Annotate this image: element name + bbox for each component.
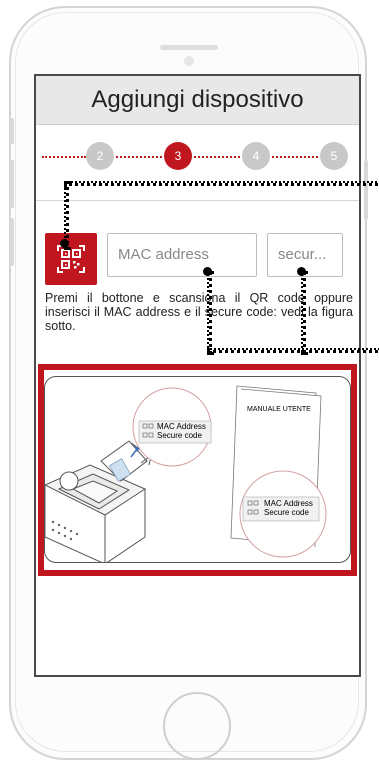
mac-address-input[interactable]: MAC address: [107, 233, 257, 277]
volume-up-button: [10, 160, 14, 208]
stepper-line: [194, 156, 240, 158]
illustration-card: MAC Address Secure code MANUALE UTENTE M…: [44, 376, 351, 563]
annotation-dot-mac: [203, 267, 212, 276]
instructions-text: Premi il bottone e scansiona il QR code …: [45, 291, 353, 333]
qr-code-scan-icon: [57, 245, 85, 273]
mute-switch: [10, 118, 14, 144]
earpiece: [160, 45, 218, 50]
annotation-dot-qr: [60, 239, 69, 248]
volume-down-button: [10, 218, 14, 266]
device-mac-label: MAC Address: [157, 422, 206, 431]
home-button[interactable]: [163, 692, 231, 760]
step-4[interactable]: 4: [242, 142, 270, 170]
annotation-line-qr: [64, 181, 379, 186]
annotation-line-mac-vertical: [207, 271, 212, 355]
app-screen: Aggiungi dispositivo 2 3 4 5 MAC address…: [34, 74, 361, 677]
step-2[interactable]: 2: [86, 142, 114, 170]
power-button: [364, 160, 368, 220]
annotation-line-fields: [207, 348, 379, 353]
manual-title: MANUALE UTENTE: [247, 406, 311, 413]
manual-mac-label: MAC Address: [264, 499, 313, 508]
front-camera: [184, 56, 194, 66]
stepper-line: [42, 156, 86, 158]
step-3-active[interactable]: 3: [164, 142, 192, 170]
stepper-line: [272, 156, 318, 158]
app-header: Aggiungi dispositivo: [36, 76, 359, 125]
device-and-manual-illustration: MAC Address Secure code MANUALE UTENTE M…: [45, 385, 327, 562]
stepper-line: [116, 156, 162, 158]
step-5[interactable]: 5: [320, 142, 348, 170]
annotation-line-secure-vertical: [301, 271, 306, 355]
divider: [36, 200, 359, 201]
qr-scan-button[interactable]: [45, 233, 97, 285]
manual-secure-label: Secure code: [264, 508, 309, 517]
annotation-dot-secure: [297, 267, 306, 276]
device-secure-label: Secure code: [157, 431, 202, 440]
page-title: Aggiungi dispositivo: [91, 86, 304, 113]
